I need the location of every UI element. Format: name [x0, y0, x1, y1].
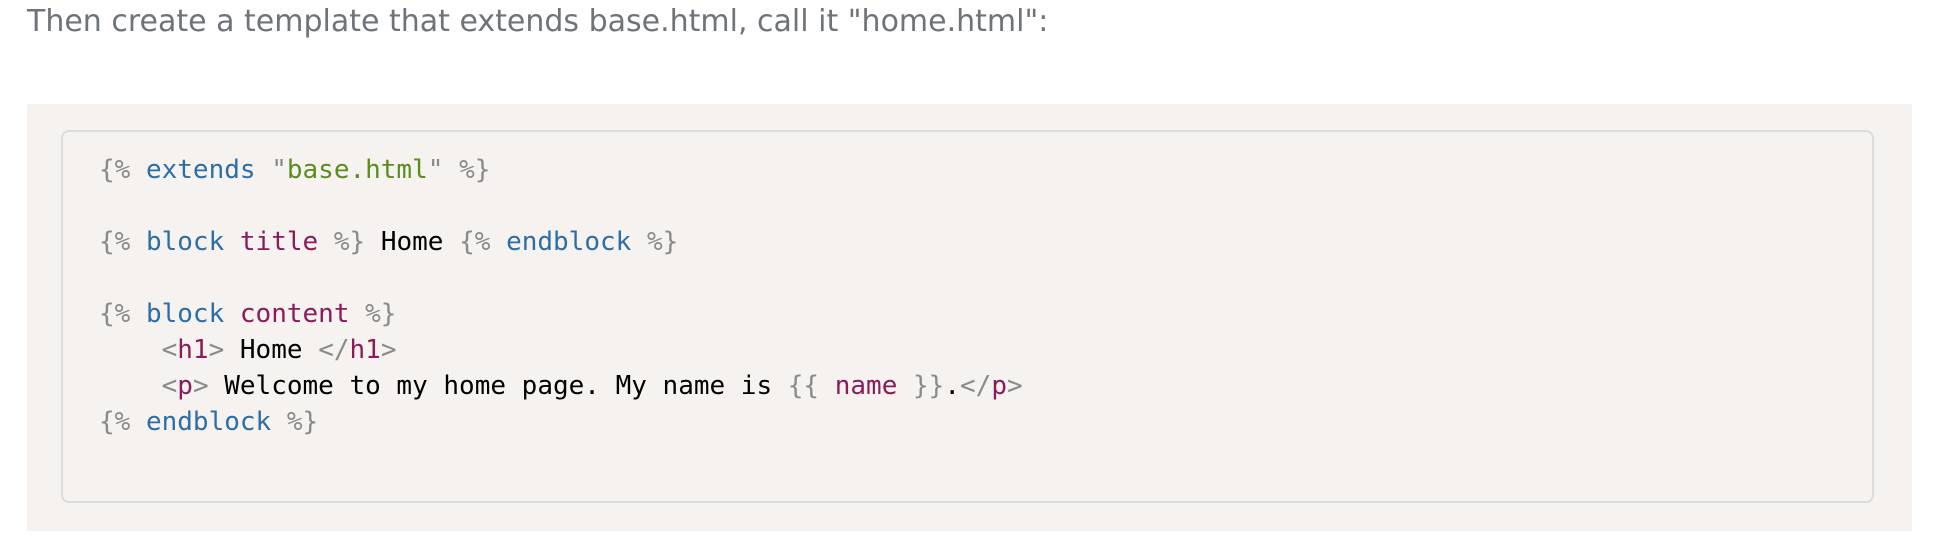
template-tag-close: %}	[459, 155, 491, 185]
html-tag-bracket: </	[318, 335, 350, 365]
template-tag-open: {%	[99, 155, 131, 185]
html-tag-bracket: <	[161, 335, 178, 365]
template-tag-open: {%	[99, 227, 131, 257]
keyword-endblock: endblock	[145, 407, 272, 437]
template-tag-open: {%	[459, 227, 491, 257]
keyword-extends: extends	[145, 155, 256, 185]
page: Then create a template that extends base…	[0, 0, 1934, 554]
html-tag-name: h1	[349, 335, 381, 365]
plain-text: Welcome to my home page. My name is	[224, 371, 773, 401]
html-tag-bracket: </	[960, 371, 992, 401]
plain-text: .	[944, 371, 960, 401]
template-tag-open: {%	[99, 407, 131, 437]
code-line-2: {% block title %} Home {% endblock %}	[99, 224, 1023, 260]
template-tag-close: %}	[333, 227, 366, 257]
keyword-block: block	[145, 227, 225, 257]
code-line-5: <p> Welcome to my home page. My name is …	[99, 368, 1023, 404]
keyword-block: block	[145, 299, 225, 329]
variable-open: {{	[787, 371, 820, 401]
html-tag-bracket: >	[192, 371, 209, 401]
html-tag-bracket: <	[161, 371, 178, 401]
html-tag-name: h1	[177, 335, 209, 365]
string-quote: "	[271, 155, 287, 185]
string-quote: "	[427, 155, 444, 185]
block-name-content: content	[239, 299, 350, 329]
html-tag-bracket: >	[380, 335, 397, 365]
code-panel: {% extends "base.html" %} {% block title…	[27, 104, 1912, 531]
template-tag-open: {%	[99, 299, 131, 329]
variable-close: }}	[913, 371, 945, 401]
code-line-3: {% block content %}	[99, 296, 1023, 332]
template-tag-close: %}	[365, 299, 397, 329]
code-line-4: <h1> Home </h1>	[99, 332, 1023, 368]
code-listing: {% extends "base.html" %} {% block title…	[99, 152, 1023, 440]
plain-text: Home	[239, 335, 303, 365]
string-literal: base.html	[286, 155, 428, 185]
block-name-title: title	[239, 227, 319, 257]
variable-name: name	[834, 371, 898, 401]
template-tag-close: %}	[646, 227, 679, 257]
code-line-1: {% extends "base.html" %}	[99, 152, 1023, 188]
plain-text: Home	[380, 227, 444, 257]
code-block: {% extends "base.html" %} {% block title…	[61, 130, 1874, 503]
html-tag-bracket: >	[208, 335, 225, 365]
template-tag-close: %}	[286, 407, 319, 437]
keyword-endblock: endblock	[506, 227, 632, 257]
html-tag-name: p	[177, 371, 193, 401]
html-tag-bracket: >	[1006, 371, 1023, 401]
html-tag-name: p	[991, 371, 1007, 401]
code-line-6: {% endblock %}	[99, 404, 1023, 440]
intro-paragraph: Then create a template that extends base…	[27, 4, 1049, 39]
